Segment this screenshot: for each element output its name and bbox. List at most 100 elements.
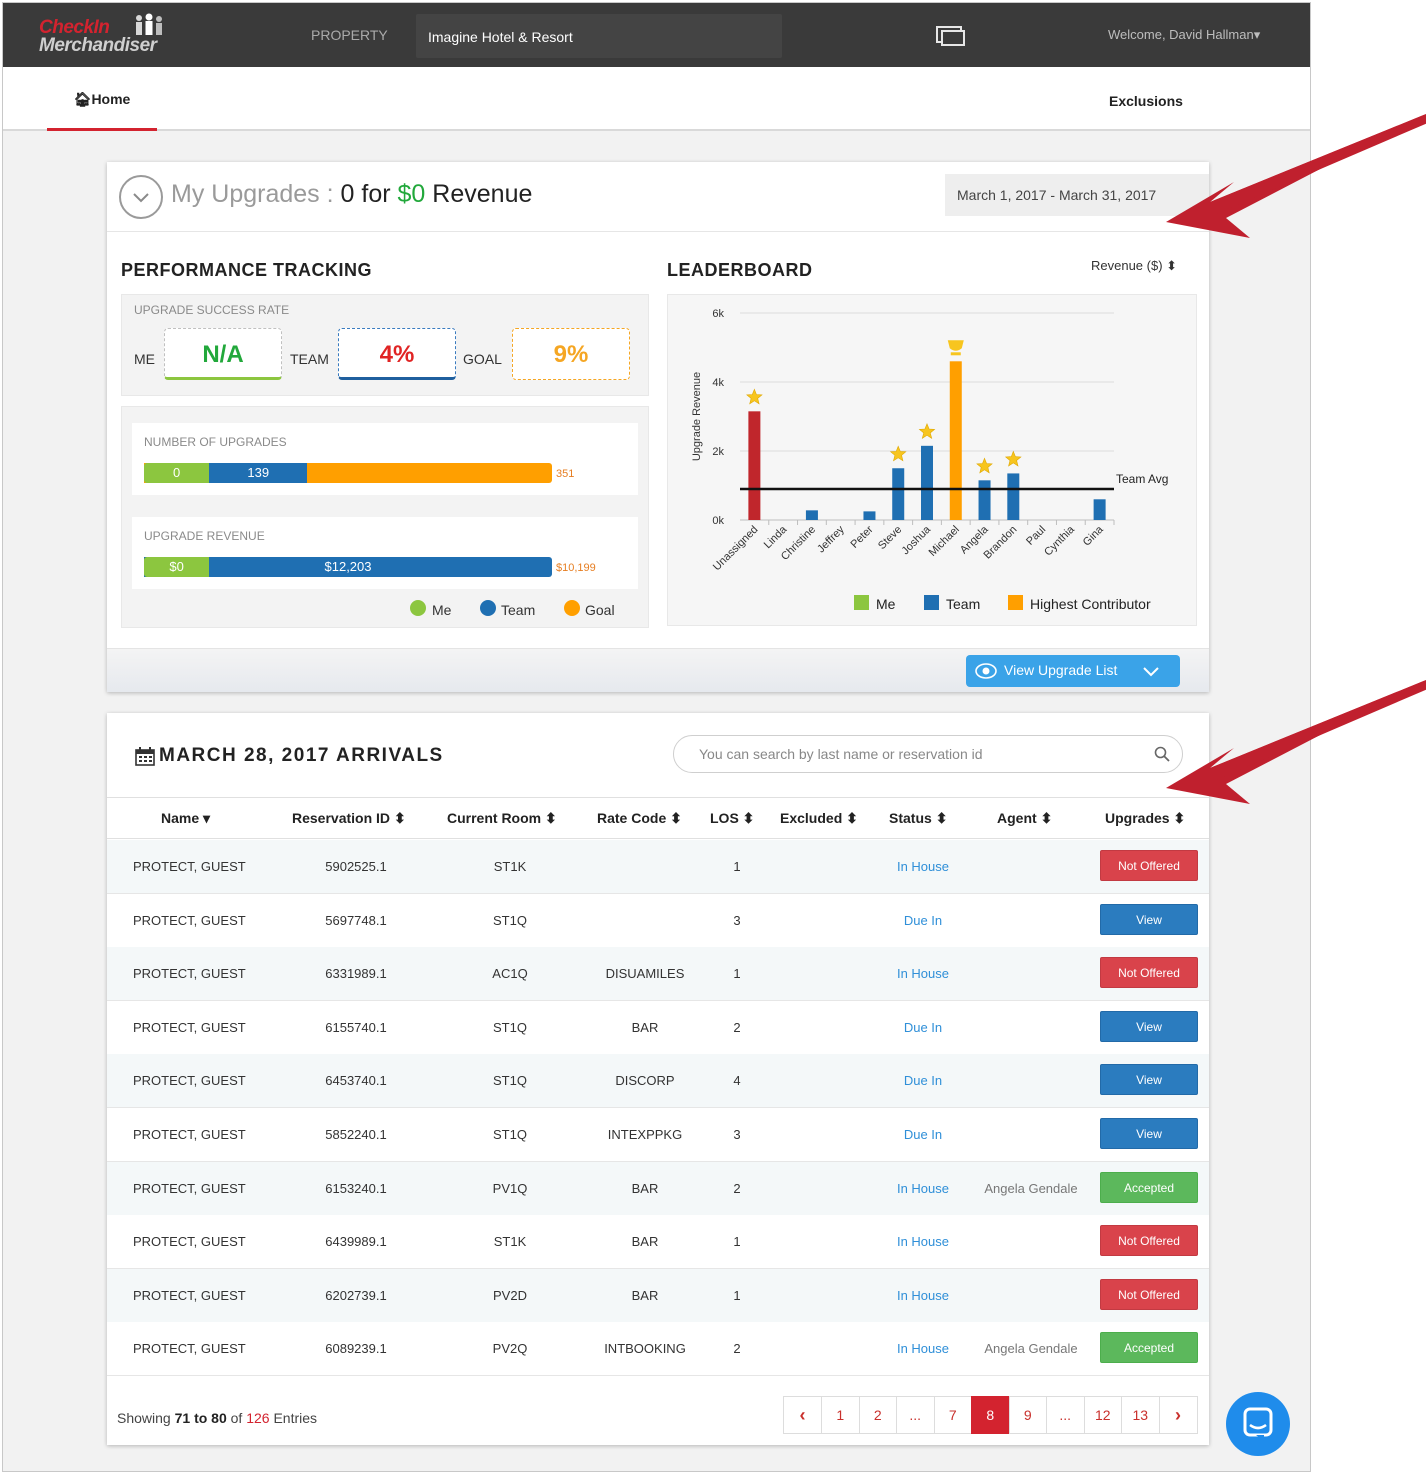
sort-icon: ⬍ — [393, 810, 406, 826]
collapse-toggle[interactable] — [119, 175, 163, 219]
goal-rate-value: 9% — [512, 328, 630, 380]
col-status[interactable]: Status ⬍ — [889, 810, 947, 827]
col-reservation-id[interactable]: Reservation ID ⬍ — [292, 810, 406, 827]
cell-los: 2 — [733, 1180, 741, 1196]
upgrade-action-button[interactable]: View — [1100, 1064, 1198, 1096]
pagination-page[interactable]: 9 — [1008, 1396, 1047, 1434]
top-bar: CheckIn Merchandiser PROPERTY Imagine Ho… — [3, 3, 1310, 67]
property-select[interactable]: Imagine Hotel & Resort — [416, 14, 782, 58]
sort-desc-icon: ▾ — [203, 810, 211, 826]
table-row[interactable]: PROTECT, GUEST 6439989.1 ST1K BAR 1 In House N… — [107, 1215, 1209, 1270]
pagination-next[interactable]: › — [1158, 1396, 1198, 1434]
pagination-page[interactable]: 7 — [933, 1396, 972, 1434]
performance-tracking-title: PERFORMANCE TRACKING — [121, 260, 372, 280]
user-menu[interactable]: Welcome, David Hallman▾ — [1108, 27, 1260, 43]
cell-current-room: ST1Q — [493, 1019, 527, 1035]
upgrade-action-button[interactable]: Not Offered — [1100, 957, 1198, 989]
leaderboard-bar — [1007, 473, 1020, 520]
col-current-room[interactable]: Current Room ⬍ — [447, 810, 557, 827]
upgrade-action-button[interactable]: View — [1100, 903, 1198, 935]
cell-status[interactable]: Due In — [863, 1020, 983, 1035]
upgrade-action-button[interactable]: Not Offered — [1100, 850, 1198, 881]
col-los-label: LOS — [710, 810, 739, 826]
cell-status[interactable]: Due In — [863, 913, 983, 928]
table-row[interactable]: PROTECT, GUEST 6089239.1 PV2Q INTBOOKING 2 In… — [107, 1322, 1209, 1377]
upgrade-action-button[interactable]: Not Offered — [1100, 1225, 1198, 1257]
cell-status[interactable]: In House — [863, 1234, 983, 1249]
trophy-base — [950, 352, 961, 356]
upgrade-action-button[interactable]: Accepted — [1100, 1171, 1198, 1203]
pagination-page[interactable]: ... — [896, 1396, 935, 1434]
cell-name: PROTECT, GUEST — [133, 912, 246, 928]
pagination-page[interactable]: ... — [1046, 1396, 1085, 1434]
upgrade-action-button[interactable]: Accepted — [1100, 1332, 1198, 1364]
table-row[interactable]: PROTECT, GUEST 6155740.1 ST1Q BAR 2 Due In Vie… — [107, 1000, 1209, 1055]
col-reservation-id-label: Reservation ID — [292, 810, 391, 826]
showing-entries-word: Entries — [273, 1410, 318, 1426]
cell-status[interactable]: Due In — [863, 1127, 983, 1142]
sort-icon: ⬍ — [846, 810, 858, 826]
pagination-page[interactable]: 12 — [1083, 1396, 1122, 1434]
window-switch-icon[interactable] — [935, 25, 967, 47]
cell-status[interactable]: In House — [863, 1288, 983, 1303]
cell-current-room: ST1K — [493, 859, 527, 874]
upgrade-action-button[interactable]: View — [1100, 1118, 1198, 1149]
table-row[interactable]: PROTECT, GUEST 6331989.1 AC1Q DISUAMILES 1 In… — [107, 947, 1209, 1002]
col-rate-code[interactable]: Rate Code ⬍ — [597, 810, 682, 827]
table-row[interactable]: PROTECT, GUEST 5697748.1 ST1Q 3 Due In View — [107, 893, 1209, 948]
pagination: ‹ 1 2... 7 8 9... 12 13 › — [783, 1396, 1198, 1434]
table-row[interactable]: PROTECT, GUEST 6453740.1 ST1Q DISCORP 4 Due I… — [107, 1054, 1209, 1109]
cell-current-room: ST1Q — [493, 1073, 527, 1089]
cell-reservation-id: 6439989.1 — [325, 1234, 387, 1250]
cell-agent: Angela Gendale — [984, 1180, 1078, 1196]
arrivals-panel: MARCH 28, 2017 ARRIVALS You can search b… — [107, 713, 1209, 1445]
table-row[interactable]: PROTECT, GUEST 5902525.1 ST1K 1 In House Not … — [107, 840, 1209, 894]
col-status-label: Status — [889, 810, 932, 826]
my-upgrades-footer: View Upgrade List — [107, 648, 1209, 692]
view-upgrade-list-button[interactable]: View Upgrade List — [966, 655, 1180, 687]
cell-status[interactable]: In House — [863, 859, 983, 874]
nav-home-label: Home — [91, 91, 131, 107]
legend-goal-dot — [564, 600, 580, 616]
upgrade-count: 0 — [340, 180, 355, 208]
table-row[interactable]: PROTECT, GUEST 6153240.1 PV1Q BAR 2 In House A… — [107, 1161, 1209, 1216]
cell-status[interactable]: Due In — [863, 1073, 983, 1088]
team-avg-label: Team Avg — [1116, 472, 1168, 486]
welcome-text: Welcome, David Hallman — [1108, 27, 1254, 42]
title-for: for — [361, 180, 391, 208]
leaderboard-sort-select[interactable]: Revenue ($) ⬍ — [1091, 258, 1177, 274]
pagination-page[interactable]: 2 — [858, 1396, 897, 1434]
cell-status[interactable]: In House — [863, 966, 983, 981]
arrivals-search-input[interactable]: You can search by last name or reservati… — [673, 735, 1183, 773]
cell-status[interactable]: In House — [863, 1181, 983, 1196]
chat-launcher-button[interactable] — [1226, 1392, 1290, 1456]
table-row[interactable]: PROTECT, GUEST 6202739.1 PV2D BAR 1 In House N… — [107, 1268, 1209, 1323]
chevron-down-icon — [133, 193, 149, 203]
legend-team: Team — [501, 602, 536, 618]
col-name[interactable]: Name ▾ — [161, 810, 210, 827]
cell-reservation-id: 5902525.1 — [325, 859, 387, 874]
nav-home[interactable]: 🏠︎Home — [47, 67, 157, 131]
showing-to-word: to — [194, 1410, 208, 1426]
num-team-bar: 139 — [209, 463, 308, 483]
cell-status[interactable]: In House — [863, 1341, 983, 1356]
col-agent[interactable]: Agent ⬍ — [997, 810, 1052, 827]
table-row[interactable]: PROTECT, GUEST 5852240.1 ST1Q INTEXPPKG 3 Due… — [107, 1108, 1209, 1162]
nav-exclusions[interactable]: Exclusions — [1109, 93, 1183, 109]
col-excluded[interactable]: Excluded ⬍ — [780, 810, 858, 827]
upgrade-action-button[interactable]: Not Offered — [1100, 1278, 1198, 1310]
pagination-prev[interactable]: ‹ — [783, 1396, 822, 1434]
cell-reservation-id: 6453740.1 — [325, 1073, 387, 1089]
cell-los: 1 — [733, 1234, 741, 1250]
pagination-page[interactable]: 13 — [1121, 1396, 1160, 1434]
col-excluded-label: Excluded — [780, 810, 843, 826]
pagination-page[interactable]: 1 — [821, 1396, 860, 1434]
legend-me-dot — [410, 600, 426, 616]
pagination-page[interactable]: 8 — [971, 1396, 1010, 1434]
logo[interactable]: CheckIn Merchandiser — [39, 13, 179, 59]
col-los[interactable]: LOS ⬍ — [710, 810, 754, 827]
upgrade-action-button[interactable]: View — [1100, 1010, 1198, 1042]
leaderboard-bar — [748, 411, 761, 520]
x-tick-label: Unassigned — [711, 524, 761, 574]
cell-name: PROTECT, GUEST — [133, 966, 246, 982]
